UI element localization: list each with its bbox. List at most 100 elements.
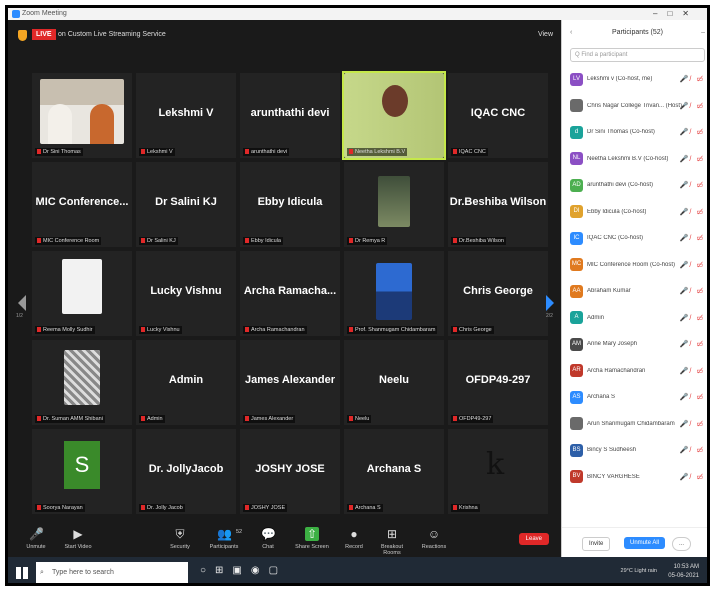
page-indicator-right: 2/2 [546,313,553,319]
video-tile[interactable]: k Krishna [448,429,548,514]
taskbar-app-icons[interactable]: ○⊞▣◉▢ [200,565,287,576]
muted-mic-icon[interactable]: 🎤̸ ▭̸ [680,75,705,83]
video-tile[interactable]: Archana S Archana S [344,429,444,514]
toolbar-record-button[interactable]: ● Record [334,527,374,550]
video-tile[interactable]: Admin Admin [136,340,236,425]
muted-mic-icon[interactable]: 🎤̸ ▭̸ [680,393,705,401]
toolbar-security-button[interactable]: ⛨ Security [160,527,200,550]
windows-start-icon[interactable] [16,567,28,579]
video-tile[interactable]: Prof. Shanmugam Chidambaram [344,251,444,336]
muted-mic-icon[interactable]: 🎤̸ ▭̸ [680,367,705,375]
chevron-down-icon[interactable]: ‹ [570,20,572,46]
video-tile[interactable]: arunthathi devi arunthathi devi [240,73,340,158]
muted-mic-icon[interactable]: 🎤̸ ▭̸ [680,155,705,163]
muted-mic-icon[interactable]: 🎤̸ ▭̸ [680,420,705,428]
window-controls[interactable]: –□✕ [653,8,699,20]
more-button[interactable]: ... [672,537,692,551]
toolbar-share-screen-button[interactable]: ⇧ Share Screen [292,527,332,550]
toolbar-breakout-rooms-button[interactable]: ⊞ Breakout Rooms [372,527,412,556]
video-tile[interactable]: Dr. Suman AMM Shibani [32,340,132,425]
video-tile[interactable]: S Soorya Narayan [32,429,132,514]
participant-row[interactable]: MC MIC Conference Room (Co-host) 🎤̸ ▭̸ [562,252,707,279]
participant-row[interactable]: AA Abraham Kumar 🎤̸ ▭̸ [562,278,707,305]
video-tile[interactable]: Dr. JollyJacob Dr. Jolly Jacob [136,429,236,514]
video-tile[interactable]: Chris George Chris George [448,251,548,336]
leave-button[interactable]: Leave [518,533,549,545]
participant-search-input[interactable]: Q Find a participant [570,48,705,62]
participant-name: Abraham Kumar [587,288,631,295]
muted-mic-icon[interactable]: 🎤̸ ▭̸ [680,181,705,189]
video-tile[interactable]: Lucky Vishnu Lucky Vishnu [136,251,236,336]
zoom-window: Zoom Meeting –□✕ LIVE on Custom Live Str… [5,5,710,586]
participant-row[interactable]: A Admin 🎤̸ ▭̸ [562,305,707,332]
shield-icon[interactable] [18,30,27,41]
video-tile[interactable]: JOSHY JOSE JOSHY JOSE [240,429,340,514]
participant-row[interactable]: AM Anne Mary Joseph 🎤̸ ▭̸ [562,331,707,358]
video-tile[interactable]: Dr Sini Thomas [32,73,132,158]
participant-row[interactable]: Chris Nagar College Trivan... (Host) 🎤̸ ▭… [562,93,707,120]
tile-name-label: Reema Molly Sudhir [35,326,95,334]
toolbar-reactions-button[interactable]: ☺ Reactions [414,527,454,550]
video-tile[interactable]: Dr Remya R [344,162,444,247]
video-tile[interactable]: Ebby Idicula Ebby Idicula [240,162,340,247]
unmute-all-button[interactable]: Unmute All [624,537,666,549]
participant-name: Lekshmi v (Co-host, me) [587,76,653,83]
participant-row[interactable]: AS Archana S 🎤̸ ▭̸ [562,384,707,411]
video-tile[interactable]: Reema Molly Sudhir [32,251,132,336]
toolbar-label: Share Screen [295,544,329,550]
participant-row[interactable]: BS Bincy S Sudheesh 🎤̸ ▭̸ [562,437,707,464]
participant-name: BINCY VARGHESE [587,473,640,480]
participant-row[interactable]: LV Lekshmi v (Co-host, me) 🎤̸ ▭̸ [562,66,707,93]
view-button[interactable]: View [538,31,553,38]
video-tile[interactable]: Dr.Beshiba Wilson Dr.Beshiba Wilson [448,162,548,247]
muted-mic-icon[interactable]: 🎤̸ ▭̸ [680,287,705,295]
video-tile[interactable]: IQAC CNC IQAC CNC [448,73,548,158]
muted-mic-icon[interactable]: 🎤̸ ▭̸ [680,446,705,454]
toolbar-start-video-button[interactable]: ▶ Start Video [58,527,98,550]
tile-name-label: OFDP49-297 [451,415,494,423]
participant-row[interactable]: AD arunthathi devi (Co-host) 🎤̸ ▭̸ [562,172,707,199]
live-badge[interactable]: LIVE [32,29,56,40]
muted-mic-icon[interactable]: 🎤̸ ▭̸ [680,314,705,322]
tile-name-label: Dr Remya R [347,237,388,245]
video-tile[interactable]: Neetha Lekshmi B.V [342,71,446,160]
invite-button[interactable]: Invite [582,537,611,551]
taskbar-search-input[interactable]: ⌕ Type here to search [36,562,188,583]
participant-row[interactable]: d Dr Sini Thomas (Co-host) 🎤̸ ▭̸ [562,119,707,146]
participant-row[interactable]: NL Neetha Lekshmi B.V (Co-host) 🎤̸ ▭̸ [562,146,707,173]
participant-row[interactable]: AR Archa Ramachandran 🎤̸ ▭̸ [562,358,707,385]
minimize-icon[interactable]: – [701,20,705,46]
participant-row[interactable]: Arun Shanmugam Chidambaram 🎤̸ ▭̸ [562,411,707,438]
tile-name-label: James Alexander [243,415,296,423]
tile-name-label: Lucky Vishnu [139,326,182,334]
muted-mic-icon[interactable]: 🎤̸ ▭̸ [680,261,705,269]
video-tile[interactable]: Lekshmi V Lekshmi V [136,73,236,158]
video-tile[interactable]: OFDP49-297 OFDP49-297 [448,340,548,425]
previous-page-icon[interactable] [18,295,26,311]
muted-mic-icon[interactable]: 🎤̸ ▭̸ [680,340,705,348]
participant-row[interactable]: IC IQAC CNC (Co-host) 🎤̸ ▭̸ [562,225,707,252]
toolbar-chat-button[interactable]: 💬 Chat [248,527,288,550]
tile-name-label: Ebby Idicula [243,237,283,245]
video-tile[interactable]: Dr Salini KJ Dr Salini KJ [136,162,236,247]
avatar: A [570,311,583,325]
participant-row[interactable]: DI Ebby Idicula (Co-host) 🎤̸ ▭̸ [562,199,707,226]
system-tray[interactable]: 29°C Light rain [621,568,657,574]
participant-row[interactable]: BV BINCY VARGHESE 🎤̸ ▭̸ [562,464,707,491]
toolbar-unmute-button[interactable]: 🎤 Unmute [16,527,56,550]
muted-mic-icon[interactable]: 🎤̸ ▭̸ [680,128,705,136]
next-page-icon[interactable] [546,295,554,311]
muted-mic-icon[interactable]: 🎤̸ ▭̸ [680,208,705,216]
tile-display-name: arunthathi devi [250,107,330,119]
tile-name-label: Archana S [347,504,383,512]
muted-mic-icon[interactable]: 🎤̸ ▭̸ [680,102,705,110]
video-tile[interactable]: Neelu Neelu [344,340,444,425]
live-stream-label[interactable]: on Custom Live Streaming Service [58,31,166,38]
muted-mic-icon[interactable]: 🎤̸ ▭̸ [680,473,705,481]
tile-display-name: Dr Salini KJ [155,196,217,208]
video-tile[interactable]: James Alexander James Alexander [240,340,340,425]
video-tile[interactable]: MIC Conference... MIC Conference Room [32,162,132,247]
taskbar-clock[interactable]: 10:53 AM 05-06-2021 [668,563,699,581]
muted-mic-icon[interactable]: 🎤̸ ▭̸ [680,234,705,242]
video-tile[interactable]: Archa Ramacha... Archa Ramachandran [240,251,340,336]
